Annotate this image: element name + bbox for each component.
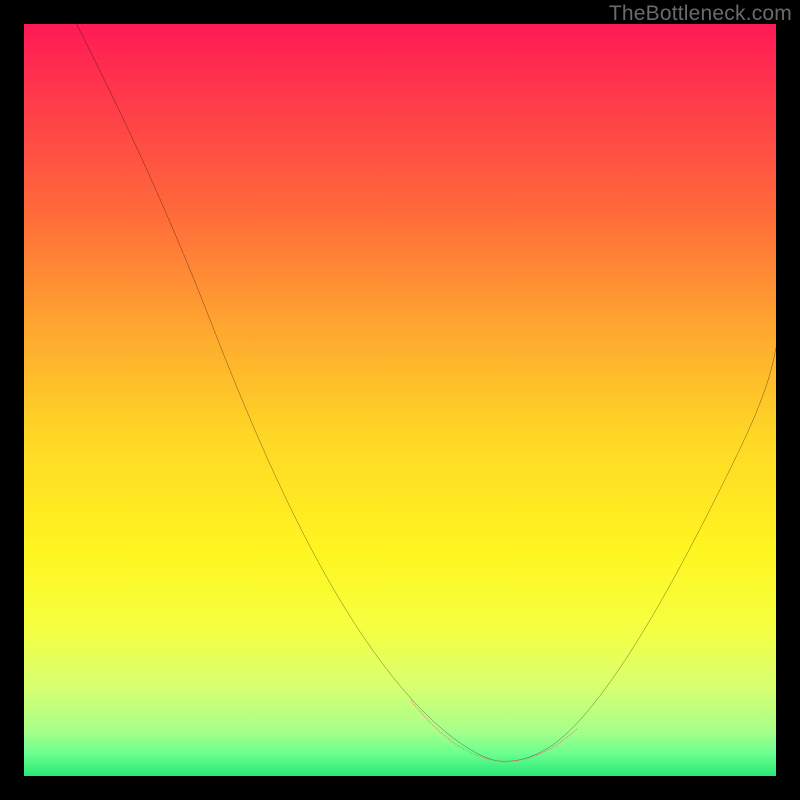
watermark-text: TheBottleneck.com	[609, 2, 792, 26]
chart-frame: TheBottleneck.com	[0, 0, 800, 800]
bottleneck-chart	[24, 24, 776, 776]
gradient-background	[24, 24, 776, 776]
